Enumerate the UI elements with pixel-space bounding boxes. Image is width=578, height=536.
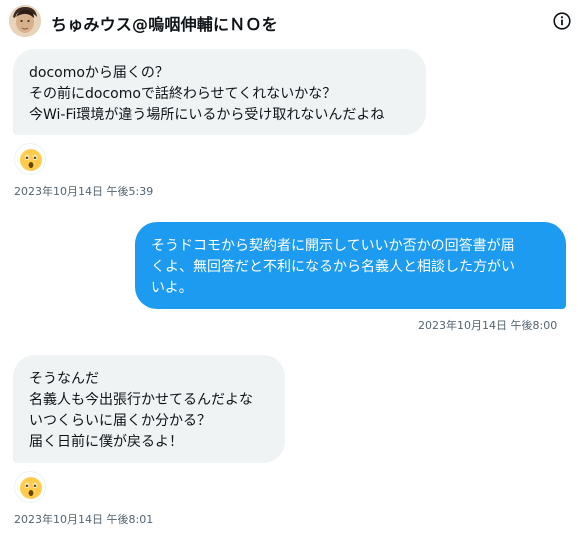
conversation-title: ちゅみウス@嗚咽伸輔にＮＯを <box>51 15 278 34</box>
avatar[interactable] <box>9 5 41 37</box>
message-bubble-incoming[interactable]: そうなんだ 名義人も今出張行かせてるんだよな いつくらいに届くか分かる？ 届く日… <box>13 355 285 463</box>
message-timestamp: 2023年10月14日 午後8:01 <box>14 513 154 526</box>
message-line: docomoから届くの？ <box>29 65 169 81</box>
message-line: 今Wi-Fi環境が違う場所にいるから受け取れないんだよね <box>29 107 385 123</box>
astonished-face-icon <box>20 149 42 171</box>
message-line: いつくらいに届くか分かる？ <box>29 413 211 429</box>
message-bubble-outgoing[interactable]: そうドコモから契約者に開示していいか否かの回答書が届 くよ、無回答だと不利になる… <box>135 222 566 309</box>
message-line: そうドコモから契約者に開示していいか否かの回答書が届 <box>151 238 515 254</box>
astonished-face-icon <box>20 477 42 499</box>
message-line: 届く日前に僕が戻るよ！ <box>29 434 183 450</box>
message-line: 名義人も今出張行かせてるんだよな <box>29 392 253 408</box>
info-icon[interactable] <box>553 12 571 30</box>
message-line: くよ、無回答だと不利になるから名義人と相談した方がい <box>151 259 515 275</box>
conversation-header: ちゅみウス@嗚咽伸輔にＮＯを <box>0 0 578 42</box>
reaction-badge[interactable] <box>14 143 46 175</box>
message-timestamp: 2023年10月14日 午後5:39 <box>14 185 154 198</box>
message-bubble-incoming[interactable]: docomoから届くの？ その前にdocomoで話終わらせてくれないかな？ 今W… <box>13 49 426 135</box>
message-line: その前にdocomoで話終わらせてくれないかな？ <box>29 86 337 102</box>
message-timestamp: 2023年10月14日 午後8:00 <box>418 319 558 332</box>
message-line: そうなんだ <box>29 371 99 387</box>
reaction-badge[interactable] <box>14 471 46 503</box>
message-line: いよ。 <box>151 280 193 296</box>
